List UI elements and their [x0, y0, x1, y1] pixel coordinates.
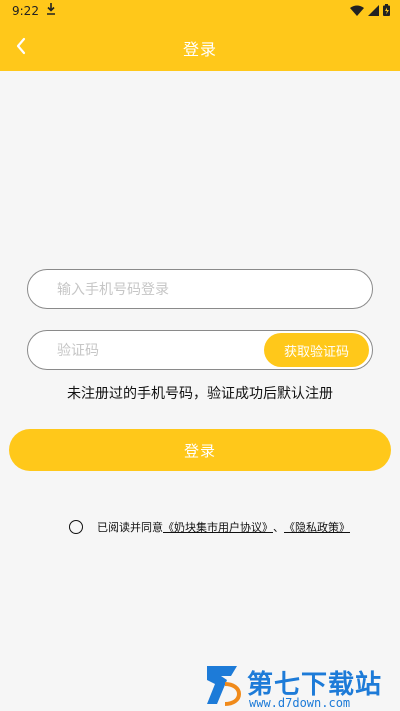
phone-field[interactable]	[27, 269, 373, 310]
agree-radio[interactable]	[69, 520, 83, 534]
watermark-url: www.d7down.com	[249, 696, 351, 710]
signal-icon	[368, 4, 379, 16]
download-icon	[46, 3, 56, 18]
agreement-row: 已阅读并同意 《奶块集市用户协议》 、 《隐私政策》	[69, 519, 350, 535]
status-time: 9:22	[12, 4, 39, 18]
battery-icon	[383, 4, 390, 16]
status-icons	[350, 4, 390, 16]
privacy-policy-link[interactable]: 《隐私政策》	[284, 519, 350, 535]
login-button[interactable]: 登录	[9, 429, 391, 471]
page-title: 登录	[182, 40, 217, 59]
wifi-icon	[350, 5, 364, 16]
code-input[interactable]	[55, 331, 269, 371]
agreement-prefix: 已阅读并同意	[97, 521, 163, 534]
user-agreement-link[interactable]: 《奶块集市用户协议》	[163, 519, 273, 535]
watermark-logo-icon	[207, 666, 242, 706]
get-code-button[interactable]: 获取验证码	[264, 333, 369, 367]
agreement-separator: 、	[273, 521, 284, 534]
status-bar: 9:22	[0, 0, 400, 22]
register-hint: 未注册过的手机号码，验证成功后默认注册	[67, 386, 333, 402]
code-field[interactable]: 获取验证码	[27, 330, 373, 371]
phone-input[interactable]	[55, 270, 359, 310]
watermark: 第七下载站 www.d7down.com	[203, 660, 398, 710]
